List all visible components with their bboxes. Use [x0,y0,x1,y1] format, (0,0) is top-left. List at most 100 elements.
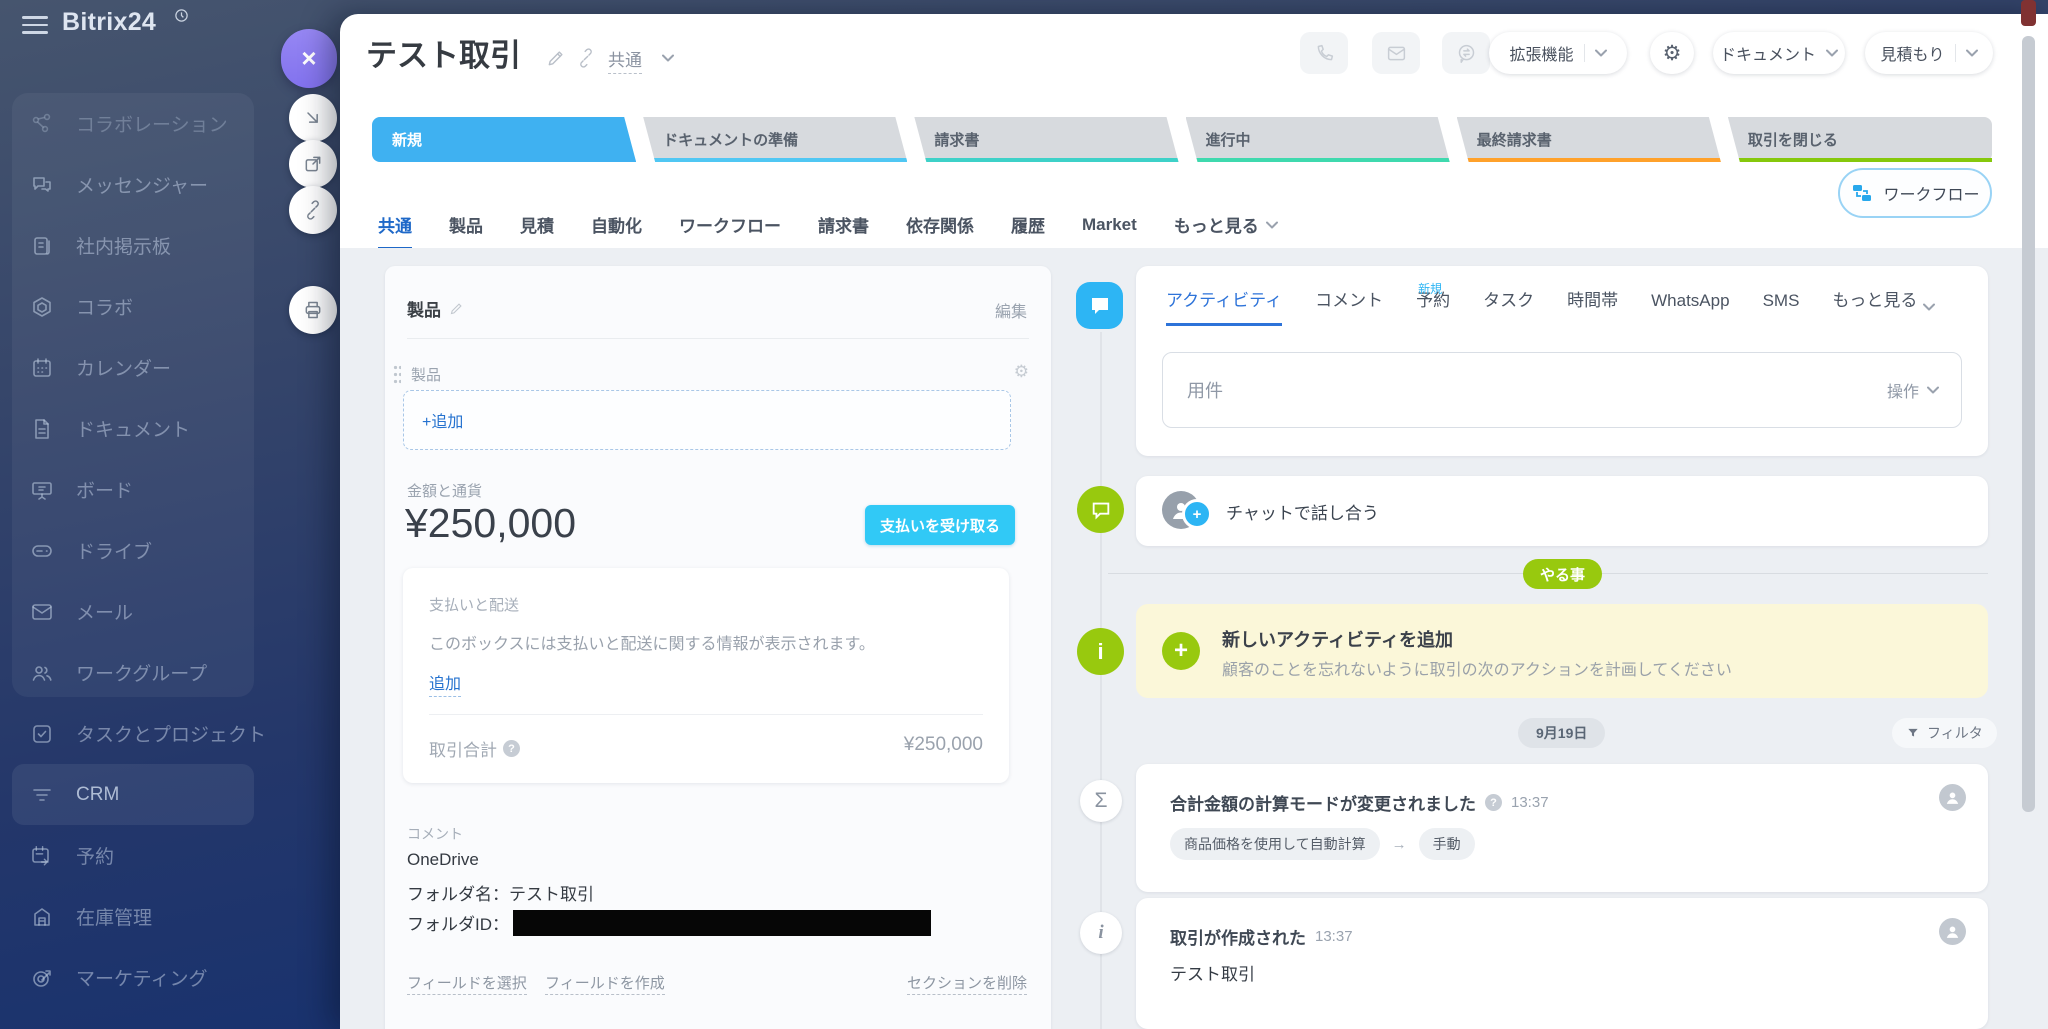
help-icon[interactable]: ? [503,740,520,757]
subject-input[interactable] [1185,353,1668,429]
stage-close-deal[interactable]: 取引を閉じる [1728,117,1992,162]
add-activity-title: 新しいアクティビティを追加 [1222,626,1453,652]
check-square-icon [30,722,54,746]
timeline-tabs: アクティビティ コメント 新規予約 タスク 時間帯 WhatsApp SMS も… [1166,282,1935,326]
copy-link-button[interactable] [289,186,337,234]
sidebar-item-marketing[interactable]: マーケティング [12,947,342,1008]
add-activity-card[interactable]: + 新しいアクティビティを追加 顧客のことを忘れないように取引の次のアクションを… [1136,604,1988,698]
copy-deal-link-icon[interactable] [576,48,596,68]
timeline-filter-button[interactable]: フィルタ [1892,718,1997,748]
app-logo[interactable]: Bitrix24 [62,8,156,37]
redacted-folder-id [513,910,931,936]
pipeline-selector[interactable]: 共通 [608,46,642,74]
chat-button[interactable] [1442,32,1490,74]
open-new-window-button[interactable] [289,140,337,188]
stage-document-preparation[interactable]: ドキュメントの準備 [643,117,907,162]
sidebar-item-documents[interactable]: ドキュメント [12,398,342,459]
call-button[interactable] [1300,32,1348,74]
timeline-date-badge: 9月19日 [1518,718,1605,748]
sidebar-item-boards[interactable]: ボード [12,459,342,520]
tab-task[interactable]: タスク [1483,282,1534,326]
tab-timeline-more[interactable]: もっと見る [1832,282,1935,326]
tab-products[interactable]: 製品 [449,202,483,250]
collapse-button[interactable] [289,94,337,142]
activity-composer-card: アクティビティ コメント 新規予約 タスク 時間帯 WhatsApp SMS も… [1136,266,1988,456]
deal-slider-panel: テスト取引 共通 拡張機能 ⚙ ドキュメント 見積もり 新規 ドキュメントの準備… [340,14,2048,1029]
chevron-down-icon [1966,49,1978,57]
stage-final-invoice[interactable]: 最終請求書 [1457,117,1721,162]
sidebar-item-company-feed[interactable]: 社内掲示板 [12,215,342,276]
funnel-icon [1906,726,1920,740]
timeline-entry-deal-created: 取引が作成された 13:37 テスト取引 [1136,898,1988,1029]
sidebar-item-calendar[interactable]: カレンダー [12,337,342,398]
field-settings-gear-icon[interactable]: ⚙ [1014,362,1029,382]
stage-invoice[interactable]: 請求書 [914,117,1178,162]
tab-market[interactable]: Market [1082,202,1137,250]
amount-currency-label: 金額と通貨 [407,480,482,501]
tab-whatsapp[interactable]: WhatsApp [1651,282,1729,326]
select-field-link[interactable]: フィールドを選択 [407,972,527,993]
collaboration-icon [30,112,54,136]
edit-link[interactable]: 編集 [995,298,1027,322]
add-payment-link[interactable]: 追加 [429,670,461,697]
sidebar-item-tasks[interactable]: タスクとプロジェクト [12,703,342,764]
tab-invoice[interactable]: 請求書 [818,202,869,250]
tab-timezone[interactable]: 時間帯 [1567,282,1618,326]
tab-sms[interactable]: SMS [1763,282,1800,326]
add-activity-subtitle: 顧客のことを忘れないように取引の次のアクションを計画してください [1222,656,1732,680]
sidebar-item-crm[interactable]: CRM [12,764,254,825]
stage-in-progress[interactable]: 進行中 [1186,117,1450,162]
tab-activity[interactable]: アクティビティ [1166,282,1282,326]
sidebar-item-drive[interactable]: ドライブ [12,520,342,581]
add-product-box[interactable]: +追加 [403,390,1011,450]
tab-more[interactable]: もっと見る [1174,202,1278,250]
tab-history[interactable]: 履歴 [1011,202,1045,250]
sidebar-item-partial[interactable] [12,1008,342,1029]
scrollbar-thumb[interactable] [2022,36,2035,812]
delete-section-link[interactable]: セクションを削除 [907,972,1027,993]
tab-automation[interactable]: 自動化 [591,202,642,250]
stage-new[interactable]: 新規 [372,117,636,162]
sidebar-item-mail[interactable]: メール [12,581,342,642]
documents-button[interactable]: ドキュメント [1713,32,1845,74]
tab-dependencies[interactable]: 依存関係 [906,202,974,250]
sidebar-item-workgroups[interactable]: ワークグループ [12,642,342,703]
receive-payment-button[interactable]: 支払いを受け取る [865,505,1015,545]
chat-prompt-card[interactable]: + チャットで話し合う [1136,476,1988,546]
extensions-button[interactable]: 拡張機能 [1489,32,1627,74]
edit-title-icon[interactable] [546,48,566,68]
tab-comment[interactable]: コメント [1315,282,1383,326]
tab-workflow[interactable]: ワークフロー [679,202,781,250]
workflow-button[interactable]: ワークフロー [1838,168,1992,218]
close-slider-button[interactable]: × [281,29,337,88]
messenger-icon [30,173,54,197]
menu-toggle-icon[interactable] [22,16,48,34]
envelope-icon [1386,43,1407,64]
tab-general[interactable]: 共通 [378,202,412,250]
timeline-entry-calc-mode: 合計金額の計算モードが変更されました ? 13:37 商品価格を使用して自動計算… [1136,764,1988,892]
document-icon [30,417,54,441]
create-field-link[interactable]: フィールドを作成 [545,972,665,993]
booking-icon [30,844,54,868]
actions-dropdown[interactable]: 操作 [1887,353,1939,427]
calendar-icon [30,356,54,380]
board-icon [30,478,54,502]
entry-title: 合計金額の計算モードが変更されました [1170,790,1476,815]
chevron-down-icon [1826,49,1838,57]
estimate-button[interactable]: 見積もり [1865,32,1993,74]
timeline-comment-icon [1076,282,1123,329]
sidebar-item-booking[interactable]: 予約 [12,825,342,886]
inventory-icon [30,905,54,929]
feed-icon [30,234,54,258]
edit-section-icon[interactable] [449,301,464,316]
sidebar-item-inventory[interactable]: 在庫管理 [12,886,342,947]
email-button[interactable] [1372,32,1420,74]
settings-button[interactable]: ⚙ [1650,32,1694,74]
help-icon[interactable]: ? [1485,794,1502,811]
drag-handle[interactable] [393,364,401,384]
tab-quote[interactable]: 見積 [520,202,554,250]
tab-booking[interactable]: 新規予約 [1416,282,1450,326]
author-avatar[interactable] [1939,918,1966,945]
print-button[interactable] [289,286,337,334]
author-avatar[interactable] [1939,784,1966,811]
